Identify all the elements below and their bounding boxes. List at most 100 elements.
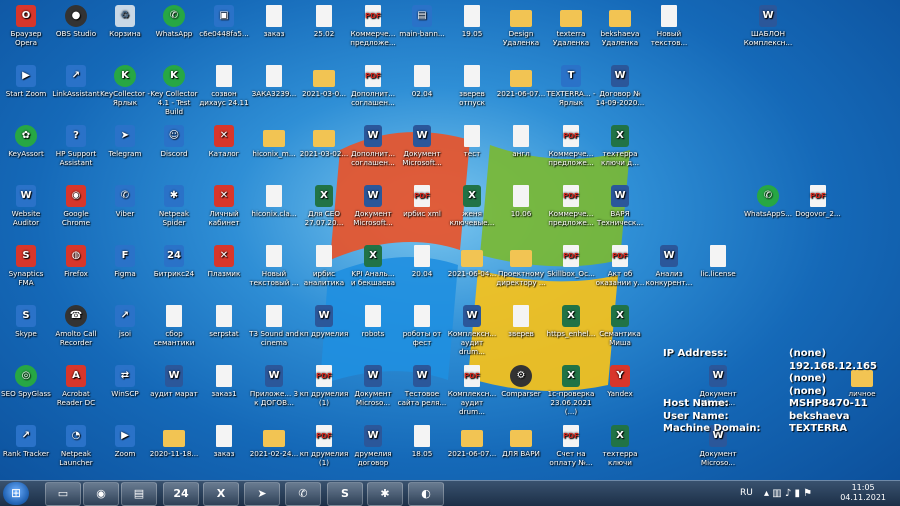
desktop-icon-whatsapp[interactable]: ✆ WhatsApp xyxy=(149,5,199,38)
desktop-icon-prilozh[interactable]: W Приложе... 3 к ДОГОВ... xyxy=(249,365,299,407)
desktop-icon-skype[interactable]: S Skype xyxy=(1,305,51,338)
taskbar-bitrix-icon[interactable]: 24 xyxy=(163,482,199,506)
desktop-icon-jsoi[interactable]: ↗ jsoi xyxy=(100,305,150,338)
desktop-icon-keyassort[interactable]: ✿ KeyAssort xyxy=(1,125,51,158)
desktop-icon-zvereev2[interactable]: зверев xyxy=(496,305,546,338)
desktop-icon-winscp[interactable]: ⇄ WinSCP xyxy=(100,365,150,398)
desktop-icon-texterra[interactable]: texterra Удаленка xyxy=(546,5,596,47)
desktop-icon-doc_ms3[interactable]: W Документ Microso... xyxy=(348,365,398,407)
taskbar-explorer-icon[interactable]: ▭ xyxy=(45,482,81,506)
desktop-icon-f2021_03_02[interactable]: 2021-03-02... xyxy=(299,125,349,158)
desktop-icon-zakaz2[interactable]: заказ xyxy=(199,425,249,458)
desktop-icon-irbis_an[interactable]: ирбис аналитика xyxy=(299,245,349,287)
desktop-icon-hpsupport[interactable]: ? HP Support Assistant xyxy=(51,125,101,167)
desktop-icon-firefox[interactable]: ◍ Firefox xyxy=(51,245,101,278)
desktop-icon-dogovor2[interactable]: PDF Dogovor_2... xyxy=(793,185,843,218)
desktop-icon-f2021_06_04[interactable]: 2021-06-04... xyxy=(447,245,497,278)
taskbar-chrome-icon[interactable]: ◉ xyxy=(83,482,119,506)
desktop-icon-c6e[interactable]: ▣ c6e0448fa5... xyxy=(199,5,249,38)
desktop-icon-ranktracker[interactable]: ↗ Rank Tracker xyxy=(1,425,51,458)
desktop-icon-obs[interactable]: ● OBS Studio xyxy=(51,5,101,38)
desktop-icon-zaka3239[interactable]: ЗАКА3239... xyxy=(249,65,299,98)
desktop-icon-amolto[interactable]: ☎ Amolto Call Recorder xyxy=(51,305,101,347)
chevron-up-icon[interactable]: ▴ xyxy=(764,488,769,499)
desktop-icon-angl[interactable]: англ xyxy=(496,125,546,158)
taskbar-telegram-icon[interactable]: ➤ xyxy=(244,482,280,506)
taskbar-notepad-icon[interactable]: ▤ xyxy=(121,482,157,506)
desktop-icon-skillbox[interactable]: PDF Skillbox_Oc... xyxy=(546,245,596,278)
desktop-icon-acrobat[interactable]: A Acrobat Reader DC xyxy=(51,365,101,407)
desktop-icon-linkassistant[interactable]: ↗ LinkAssistant xyxy=(51,65,101,98)
desktop-icon-d1006[interactable]: 10.06 xyxy=(496,185,546,218)
taskbar-android-icon[interactable]: ◐ xyxy=(408,482,444,506)
desktop-icon-kp_drumel[interactable]: Wкп друмелия xyxy=(299,305,349,338)
desktop-icon-irbis_xml[interactable]: PDF ирбис xml xyxy=(397,185,447,218)
desktop-icon-yandex[interactable]: Y Yandex xyxy=(595,365,645,398)
desktop-icon-kompl_audit2[interactable]: PDF Комплексн... аудит drum... xyxy=(447,365,497,416)
desktop-icon-semantika[interactable]: X Семантика Миша xyxy=(595,305,645,347)
desktop-icon-comparser[interactable]: ⚙ Comparser xyxy=(496,365,546,398)
taskbar-network-icon[interactable]: ✱ xyxy=(367,482,403,506)
desktop-icon-t3sound[interactable]: T3 Sound and cinema xyxy=(249,305,299,347)
desktop-icon-kpi_anal[interactable]: X KPI Аналь... и бекшаева xyxy=(348,245,398,287)
desktop-icon-texterra_keys[interactable]: Xтехтерра ключи д... xyxy=(595,125,645,167)
desktop-icon-texterra_y[interactable]: T TEXTERRA... - Ярлык xyxy=(546,65,596,107)
desktop-icon-recycle[interactable]: ♻ Корзина xyxy=(100,5,150,38)
desktop-icon-roboty[interactable]: роботы от фест xyxy=(397,305,447,347)
desktop-icon-hiconix_m[interactable]: hiconix_m... xyxy=(249,125,299,158)
desktop-icon-d2502[interactable]: 25.02 xyxy=(299,5,349,38)
desktop-icon-license[interactable]: lic.license xyxy=(693,245,743,278)
desktop-icon-dopoln1[interactable]: PDF Дополнит... соглашен... xyxy=(348,65,398,107)
desktop-icon-design[interactable]: Design Удаленка xyxy=(496,5,546,47)
desktop-icon-zakaz[interactable]: заказ xyxy=(249,5,299,38)
desktop-icon-newtext2[interactable]: Новый текстовый ... xyxy=(249,245,299,287)
desktop-icon-texterra_k2[interactable]: Xтехтерра ключи xyxy=(595,425,645,467)
desktop-icon-websiteauditor[interactable]: W Website Auditor xyxy=(1,185,51,227)
desktop-icon-discord[interactable]: ☺ Discord xyxy=(149,125,199,158)
desktop-icon-lichkab[interactable]: ✕ Личный кабинет xyxy=(199,185,249,227)
desktop-icon-newtext[interactable]: Новый текстов... xyxy=(644,5,694,47)
desktop-icon-kommerch1[interactable]: PDF Коммерче... предложе... xyxy=(348,5,398,47)
desktop-icon-keycollector41[interactable]: K Key Collector 4.1 - Test Build xyxy=(149,65,199,116)
desktop-icon-doc_ms1[interactable]: W Документ Microsoft... xyxy=(397,125,447,167)
desktop-icon-d1905[interactable]: 19.05 xyxy=(447,5,497,38)
desktop-icon-dopoln2[interactable]: W Дополнит... соглашен... xyxy=(348,125,398,167)
taskbar-excel-icon[interactable]: X xyxy=(203,482,239,506)
desktop-icon-proekt[interactable]: Проектному директору ... xyxy=(496,245,546,287)
taskbar-whatsapp-icon[interactable]: ✆ xyxy=(285,482,321,506)
desktop-icon-zvereev[interactable]: зверев отпуск xyxy=(447,65,497,107)
desktop-icon-chrome[interactable]: ◉ Google Chrome xyxy=(51,185,101,227)
desktop-icon-f2021_02_24[interactable]: 2021-02-24... xyxy=(249,425,299,458)
desktop-icon-akt[interactable]: PDF Акт об оказании у... xyxy=(595,245,645,287)
desktop-icon-telegram[interactable]: ➤ Telegram xyxy=(100,125,150,158)
desktop-icon-zoom[interactable]: ▶ Zoom xyxy=(100,425,150,458)
desktop-icon-plazmik[interactable]: ✕ Плазмик xyxy=(199,245,249,278)
desktop-icon-d1805[interactable]: 18.05 xyxy=(397,425,447,458)
desktop-icon-opera[interactable]: O Браузер Opera xyxy=(1,5,51,47)
desktop-icon-sbor[interactable]: сбор семантики xyxy=(149,305,199,347)
desktop-icon-netpeak_l[interactable]: ◔ Netpeak Launcher xyxy=(51,425,101,467)
desktop-icon-doc_ms2[interactable]: W Документ Microsoft... xyxy=(348,185,398,227)
desktop-icon-audit_marat[interactable]: Wаудит марат xyxy=(149,365,199,398)
desktop-icon-kommerch2[interactable]: PDF Коммерче... предложе... xyxy=(546,125,596,167)
desktop-icon-netpeak[interactable]: ✱ Netpeak Spider xyxy=(149,185,199,227)
desktop-icon-kommerch3[interactable]: PDF Коммерче... предложе... xyxy=(546,185,596,227)
desktop-icon-f2021_03_0[interactable]: 2021-03-0... xyxy=(299,65,349,98)
desktop-icon-analiz[interactable]: W Анализ конкурент... xyxy=(644,245,694,287)
language-indicator[interactable]: RU xyxy=(740,481,753,506)
desktop-icon-zakaz1[interactable]: заказ1 xyxy=(199,365,249,398)
desktop-icon-d0204[interactable]: 02.04 xyxy=(397,65,447,98)
desktop-icon-varya_tech[interactable]: W ВАРЯ Техническ... xyxy=(595,185,645,227)
desktop-icon-https_enh[interactable]: Xhttps_enhel... xyxy=(546,305,596,338)
desktop-icon-hiconix_cla[interactable]: hiconix.cla... xyxy=(249,185,299,218)
desktop-icon-zhenya[interactable]: Xженя ключевые... xyxy=(447,185,497,227)
desktop-icon-bitrix24[interactable]: 24 Битрикс24 xyxy=(149,245,199,278)
desktop-icon-kp_drumel2[interactable]: PDF кп друмелия (1) xyxy=(299,425,349,467)
desktop-icon-kp_drumel1[interactable]: PDF кп друмелия (1) xyxy=(299,365,349,407)
desktop-icon-startzoom[interactable]: ▶ Start Zoom xyxy=(1,65,51,98)
desktop-icon-robots[interactable]: robots xyxy=(348,305,398,338)
desktop-icon-katalog[interactable]: ✕ Каталог xyxy=(199,125,249,158)
desktop-icon-1c_prov[interactable]: X 1c-проверка 23.06.2021 (...) xyxy=(546,365,596,416)
desktop-icon-f2021_06_07[interactable]: 2021-06-07... xyxy=(496,65,546,98)
desktop-icon-test[interactable]: тест xyxy=(447,125,497,158)
